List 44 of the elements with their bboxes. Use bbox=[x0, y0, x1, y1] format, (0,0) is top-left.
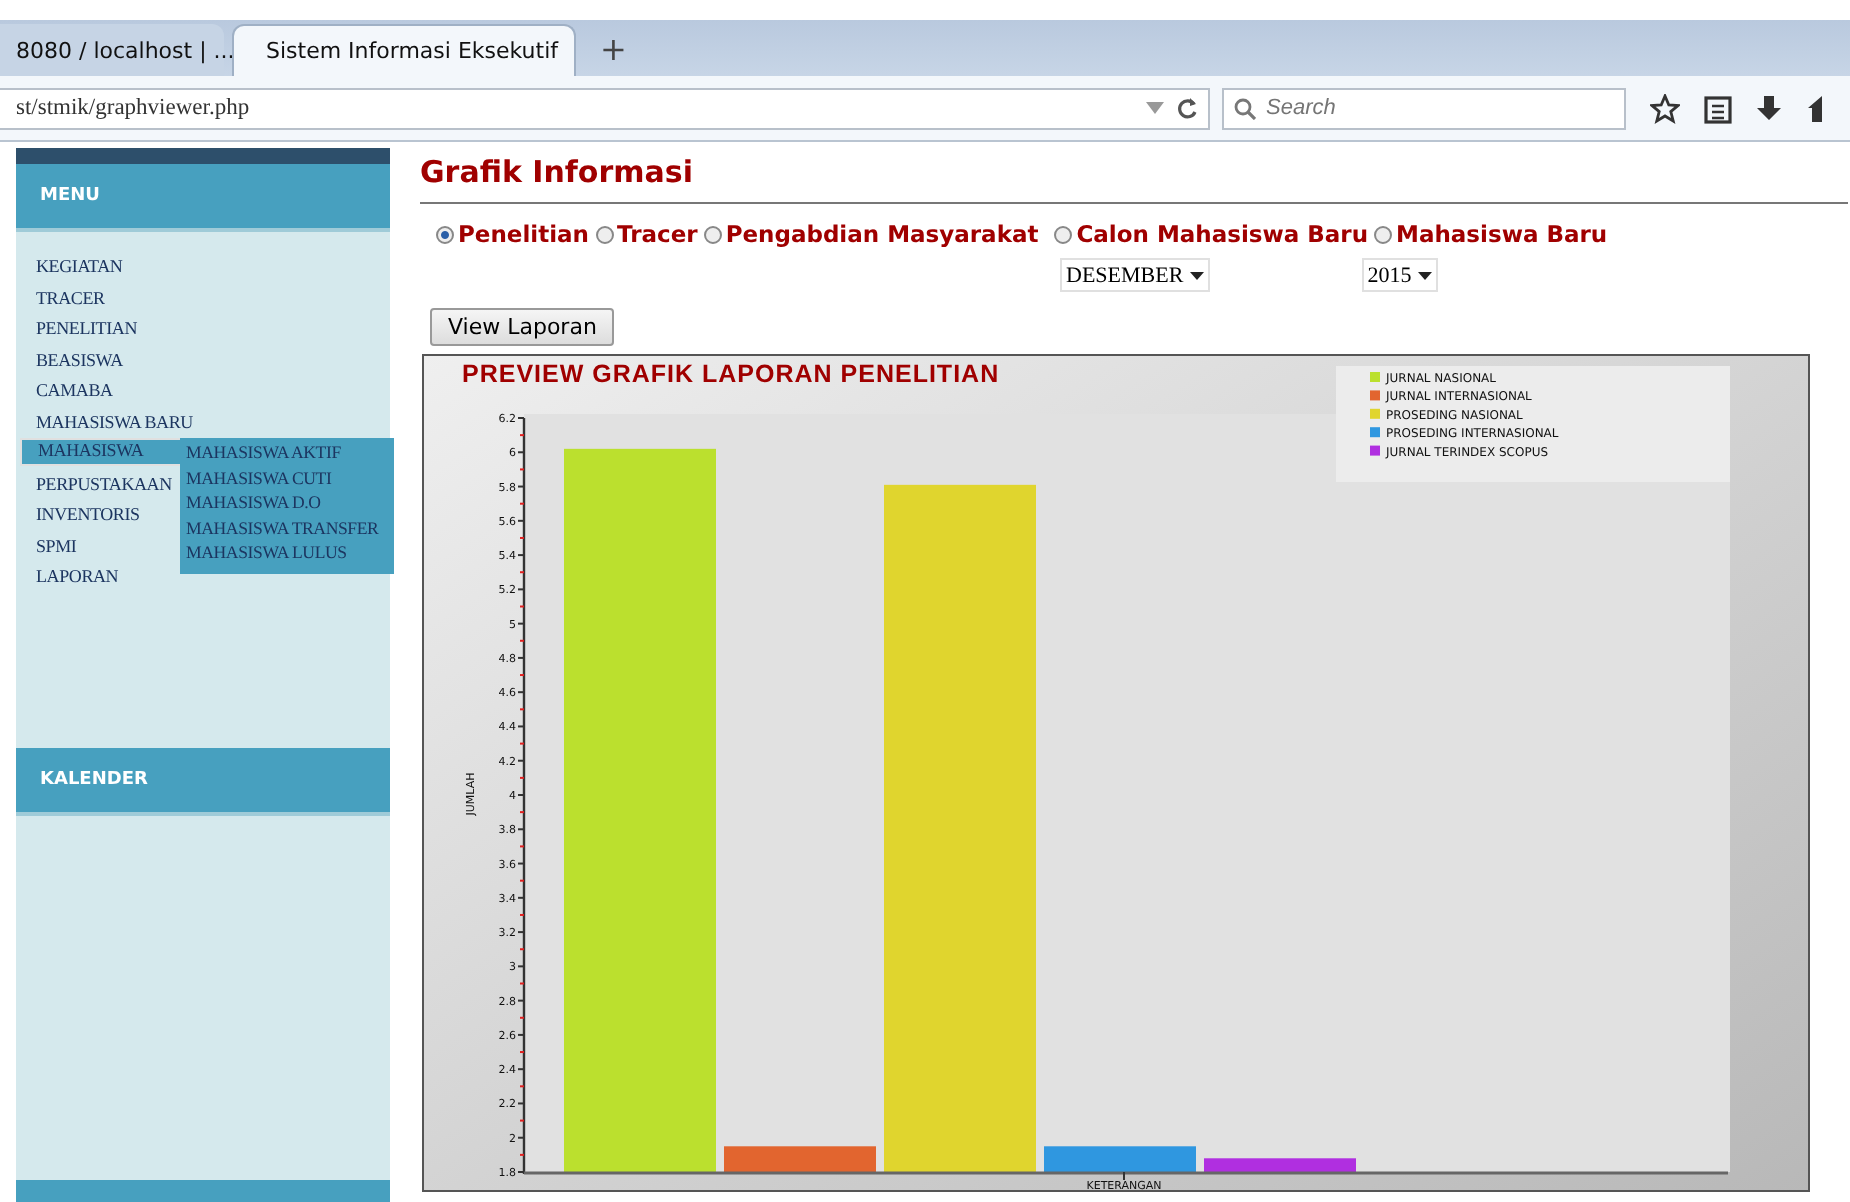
submenu-item[interactable]: MAHASISWA AKTIF bbox=[186, 440, 394, 465]
report-type-option[interactable]: Penelitian bbox=[436, 220, 589, 248]
submenu-item[interactable]: MAHASISWA CUTI bbox=[186, 465, 394, 490]
chart-title: PREVIEW GRAFIK LAPORAN PENELITIAN bbox=[462, 360, 1000, 388]
radio-button[interactable] bbox=[1054, 225, 1073, 243]
menu-item[interactable]: MAHASISWA BARU bbox=[16, 407, 193, 438]
submenu-item[interactable]: MAHASISWA LULUS bbox=[186, 540, 394, 565]
dropdown-icon[interactable] bbox=[1146, 102, 1164, 114]
calendar-header: KALENDER bbox=[16, 748, 390, 816]
menu-item[interactable]: PENELITIAN bbox=[16, 314, 137, 345]
menu-item[interactable]: INVENTORIS bbox=[16, 500, 140, 531]
menu-item[interactable]: CAMABA bbox=[16, 376, 113, 407]
clipboard-icon[interactable] bbox=[1704, 93, 1732, 123]
menu-header: MENU bbox=[16, 164, 390, 232]
search-icon bbox=[1234, 97, 1256, 119]
report-type-option[interactable]: Mahasiswa Baru bbox=[1374, 220, 1608, 248]
menu-item[interactable]: KEGIATAN bbox=[16, 252, 123, 283]
report-type-option[interactable]: Calon Mahasiswa Baru bbox=[1054, 220, 1369, 248]
search-field[interactable]: Search bbox=[1222, 87, 1626, 129]
download-icon[interactable] bbox=[1756, 93, 1782, 123]
menu-item[interactable]: TRACER bbox=[16, 283, 105, 314]
caret-icon bbox=[1189, 271, 1204, 279]
submenu-item[interactable]: MAHASISWA D.O bbox=[186, 490, 394, 515]
radio-button[interactable] bbox=[436, 225, 454, 243]
view-report-button[interactable]: View Laporan bbox=[430, 308, 615, 346]
caret-icon bbox=[1417, 271, 1432, 279]
new-tab-button[interactable]: + bbox=[584, 30, 643, 76]
address-field[interactable]: st/stmik/graphviewer.php bbox=[0, 87, 1210, 129]
reload-icon[interactable] bbox=[1176, 97, 1198, 119]
month-select[interactable]: DESEMBER bbox=[1060, 258, 1210, 292]
radio-button[interactable] bbox=[703, 225, 722, 243]
report-type-option[interactable]: Pengabdian Masyarakat bbox=[703, 220, 1039, 248]
year-select[interactable]: 2015 bbox=[1361, 258, 1438, 292]
browser-tab[interactable]: Sistem Informasi Eksekutif bbox=[232, 24, 576, 76]
radio-button[interactable] bbox=[595, 225, 613, 243]
report-type-option[interactable]: Tracer bbox=[595, 220, 698, 248]
radio-button[interactable] bbox=[1374, 225, 1393, 243]
menu-item[interactable]: SPMI bbox=[16, 531, 77, 562]
star-icon[interactable] bbox=[1650, 93, 1680, 123]
menu-item[interactable]: BEASISWA bbox=[16, 345, 123, 376]
menu-item[interactable]: LAPORAN bbox=[16, 562, 119, 593]
page-title: Grafik Informasi bbox=[420, 152, 695, 194]
menu-item[interactable]: PERPUSTAKAAN bbox=[16, 469, 172, 500]
submenu-item[interactable]: MAHASISWA TRANSFER bbox=[186, 515, 394, 540]
